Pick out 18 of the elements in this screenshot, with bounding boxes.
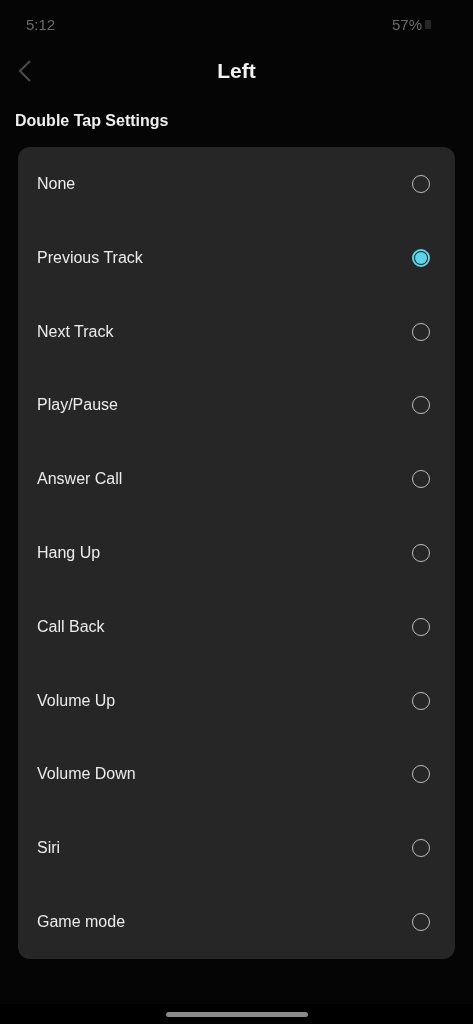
page-title: Left [217, 59, 256, 83]
option-row[interactable]: Answer Call [18, 442, 455, 517]
option-row[interactable]: None [18, 147, 455, 221]
battery-icon [425, 19, 431, 29]
option-row[interactable]: Game mode [18, 885, 455, 959]
radio-button[interactable] [412, 248, 430, 267]
option-row[interactable]: Call Back [18, 589, 455, 664]
option-row[interactable]: Previous Track [18, 220, 455, 295]
option-row[interactable]: Hang Up [18, 516, 455, 590]
option-row[interactable]: Play/Pause [18, 368, 455, 443]
option-row[interactable]: Volume Down [18, 737, 455, 812]
option-row[interactable]: Next Track [18, 294, 455, 369]
option-row[interactable]: Siri [18, 811, 455, 886]
battery-text: 57% [391, 15, 422, 33]
option-row[interactable]: Volume Up [18, 663, 455, 738]
status-time: 5:12 [26, 15, 56, 33]
section-title: Double Tap Settings [14, 111, 170, 131]
home-indicator[interactable] [165, 1011, 308, 1017]
